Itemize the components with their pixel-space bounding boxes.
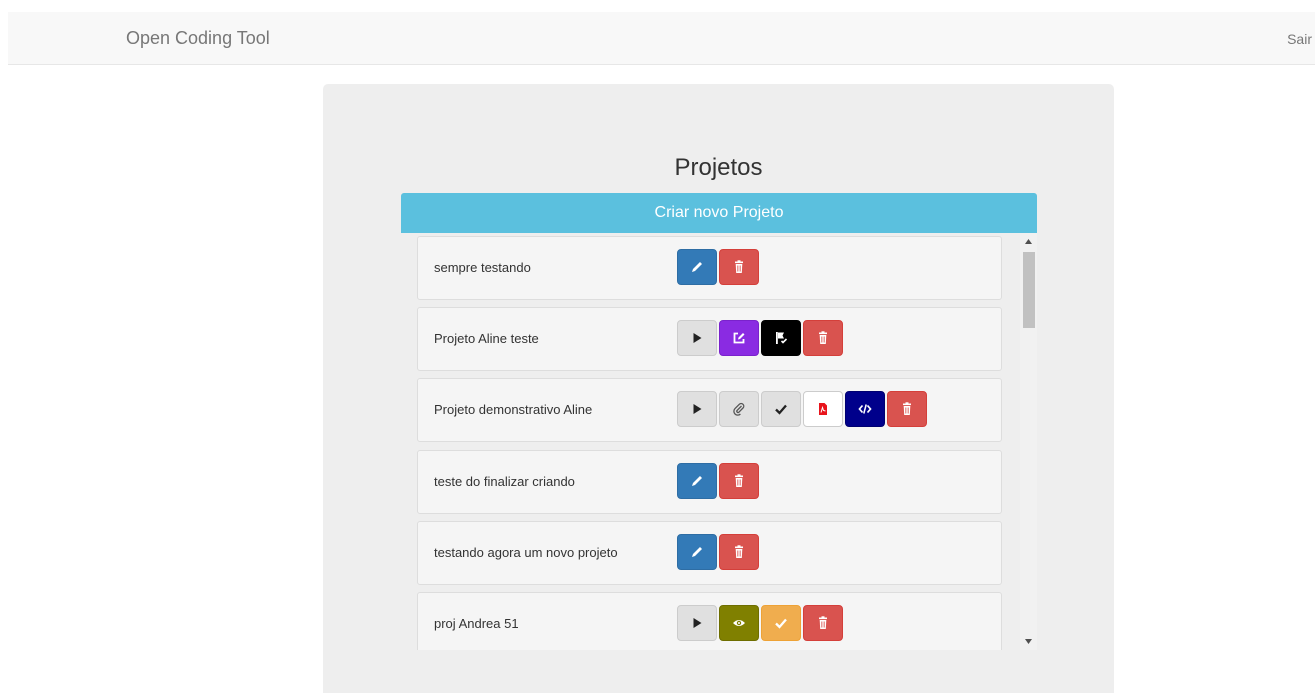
delete-button[interactable]	[803, 605, 843, 641]
check-button[interactable]	[761, 391, 801, 427]
project-name: Projeto Aline teste	[434, 331, 539, 346]
scroll-down-arrow[interactable]	[1020, 633, 1037, 650]
check-icon	[775, 404, 787, 415]
project-name: Projeto demonstrativo Aline	[434, 402, 593, 417]
code-button[interactable]	[845, 391, 885, 427]
project-name: teste do finalizar criando	[434, 474, 575, 489]
pencil-icon	[692, 547, 702, 557]
scrollbar-thumb[interactable]	[1023, 252, 1035, 328]
pencil-icon	[692, 262, 702, 272]
paperclip-icon	[733, 402, 745, 416]
play-button[interactable]	[677, 391, 717, 427]
pdf-button[interactable]	[803, 391, 843, 427]
play-icon	[693, 333, 702, 343]
delete-button[interactable]	[803, 320, 843, 356]
pencil-icon	[692, 476, 702, 486]
caret-down-icon	[1025, 639, 1032, 644]
eye-icon	[733, 620, 745, 626]
trash-icon	[819, 331, 827, 344]
trash-icon	[903, 402, 911, 415]
project-item: sempre testando	[417, 236, 1002, 300]
project-item: proj Andrea 51	[417, 592, 1002, 650]
delete-button[interactable]	[719, 534, 759, 570]
edit-button[interactable]	[677, 463, 717, 499]
flag-button[interactable]	[761, 320, 801, 356]
project-item: teste do finalizar criando	[417, 450, 1002, 514]
project-item: Projeto demonstrativo Aline	[417, 378, 1002, 442]
edit-square-icon	[733, 332, 745, 344]
project-list[interactable]: sempre testando Projeto Aline teste Proj…	[417, 233, 1020, 650]
play-button[interactable]	[677, 605, 717, 641]
brand-link[interactable]: Open Coding Tool	[126, 28, 270, 49]
edit-button[interactable]	[677, 249, 717, 285]
edit-button[interactable]	[677, 534, 717, 570]
view-button[interactable]	[719, 605, 759, 641]
logout-link[interactable]: Sair	[1287, 31, 1312, 47]
project-item: Projeto Aline teste	[417, 307, 1002, 371]
delete-button[interactable]	[887, 391, 927, 427]
trash-icon	[819, 616, 827, 629]
check-icon	[775, 618, 787, 629]
check-button[interactable]	[761, 605, 801, 641]
trash-icon	[735, 260, 743, 273]
navbar: Open Coding Tool Sair	[8, 12, 1315, 65]
page-title: Projetos	[674, 154, 763, 181]
trash-icon	[735, 474, 743, 487]
play-button[interactable]	[677, 320, 717, 356]
attach-button[interactable]	[719, 391, 759, 427]
caret-up-icon	[1025, 239, 1032, 244]
code-icon	[858, 404, 872, 414]
list-scrollbar[interactable]	[1020, 233, 1037, 650]
project-name: proj Andrea 51	[434, 616, 519, 631]
trash-icon	[735, 545, 743, 558]
project-name: testando agora um novo projeto	[434, 545, 618, 560]
file-pdf-icon	[819, 403, 827, 415]
delete-button[interactable]	[719, 249, 759, 285]
projects-panel: Projetos Criar novo Projeto sempre testa…	[323, 84, 1114, 693]
scroll-up-arrow[interactable]	[1020, 233, 1037, 250]
create-project-button[interactable]: Criar novo Projeto	[401, 193, 1037, 233]
review-button[interactable]	[719, 320, 759, 356]
project-item: testando agora um novo projeto	[417, 521, 1002, 585]
play-icon	[693, 618, 702, 628]
play-icon	[693, 404, 702, 414]
flag-checkered-icon	[776, 332, 788, 344]
delete-button[interactable]	[719, 463, 759, 499]
project-name: sempre testando	[434, 260, 531, 275]
